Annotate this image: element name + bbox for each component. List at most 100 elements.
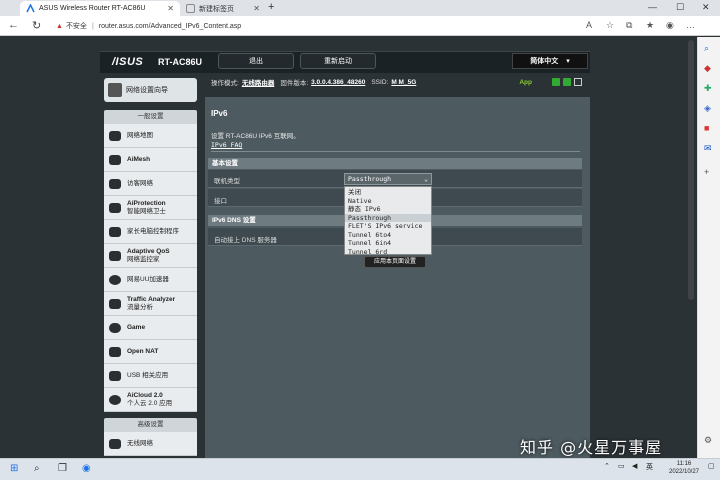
new-tab-favicon-icon <box>186 4 195 13</box>
aimesh-icon <box>107 153 123 167</box>
advanced-section-title: 高级设置 <box>104 418 197 432</box>
logout-button[interactable]: 退出 <box>218 53 294 69</box>
tab-router-label: ASUS Wireless Router RT-AC86U <box>39 5 146 12</box>
read-aloud-icon[interactable]: A <box>586 20 592 30</box>
sidebar-item-open-nat[interactable]: Open NAT <box>104 340 197 364</box>
sidebar-item-label: AiCloud 2.0 <box>127 391 163 399</box>
edge-browser-icon[interactable]: ◉ <box>82 463 91 474</box>
back-icon[interactable]: ← <box>8 19 19 31</box>
notification-icon[interactable]: ▢ <box>708 462 715 470</box>
search-icon[interactable]: ⌕ <box>704 43 709 54</box>
outlook-icon[interactable]: ✉ <box>704 143 712 154</box>
apply-button[interactable]: 应用本页面设置 <box>364 256 426 268</box>
windows-start-icon[interactable]: ⊞ <box>10 463 18 474</box>
tab-new[interactable]: 新建标签页 ✕ <box>180 1 266 16</box>
open-nat-icon <box>107 345 123 359</box>
aicloud-icon <box>107 393 123 407</box>
sidebar-item-usb[interactable]: USB 相关应用 <box>104 364 197 388</box>
app-link[interactable]: App <box>519 79 532 86</box>
dropdown-option-selected[interactable]: Passthrough <box>345 213 431 222</box>
volume-icon[interactable]: ◀ <box>632 462 637 470</box>
sidebar-item-traffic-analyzer[interactable]: Traffic Analyzer 流量分析 <box>104 292 197 316</box>
url-text: router.asus.com/Advanced_IPv6_Content.as… <box>98 22 242 30</box>
minimize-icon[interactable]: — <box>648 2 657 12</box>
asus-favicon-icon <box>26 3 35 13</box>
tray-expand-icon[interactable]: ⌃ <box>604 462 610 470</box>
page-description: 设置 RT-AC86U IPv6 互联网。 <box>211 133 300 140</box>
dropdown-option[interactable]: 关闭 <box>345 188 431 197</box>
sidebar-settings-icon[interactable]: ⚙ <box>704 435 712 446</box>
watermark: 知乎 @火星万事屋 <box>520 438 663 457</box>
wireless-icon <box>107 437 123 451</box>
collections-icon[interactable]: ⧉ <box>626 20 632 31</box>
sidebar-item-wireless[interactable]: 无线网络 <box>104 432 197 456</box>
router-model: RT-AC86U <box>158 57 203 67</box>
new-tab-button[interactable]: + <box>268 1 274 13</box>
language-select[interactable]: 简体中文 ▾ <box>512 53 588 69</box>
dropdown-option[interactable]: Tunnel 6rd <box>345 248 431 257</box>
sidebar-item-parental-controls[interactable]: 家长电脑控制程序 <box>104 220 197 244</box>
sidebar-item-game[interactable]: Game <box>104 316 197 340</box>
asus-logo: /ISUS <box>112 56 144 68</box>
sidebar-item-adaptive-qos[interactable]: Adaptive QoS 网络监控家 <box>104 244 197 268</box>
sidebar-item-aimesh[interactable]: AiMesh <box>104 148 197 172</box>
usb-status-icon[interactable] <box>574 78 582 86</box>
sidebar-item-sub: 网络监控家 <box>127 255 160 263</box>
wan-status-icon[interactable] <box>552 78 560 86</box>
mode-value[interactable]: 无线路由器 <box>242 77 275 87</box>
sidebar-item-label: AiProtection <box>127 199 166 207</box>
close-tab-icon[interactable]: ✕ <box>253 4 260 13</box>
taskbar-search-icon[interactable]: ⌕ <box>34 463 40 474</box>
ssid-value[interactable]: M M_5G <box>391 79 416 86</box>
sidebar-item-aiprotection[interactable]: AiProtection 智能网络卫士 <box>104 196 197 220</box>
shopping-icon[interactable]: ◆ <box>704 63 711 74</box>
task-view-icon[interactable]: ❐ <box>58 463 67 474</box>
more-menu-icon[interactable]: … <box>686 20 695 30</box>
uu-accelerator-icon <box>107 273 123 287</box>
client-status-icon[interactable] <box>563 78 571 86</box>
clock-date: 2022/10/27 <box>668 469 700 475</box>
close-window-icon[interactable]: ✕ <box>702 2 710 13</box>
refresh-icon[interactable]: ↻ <box>32 19 41 32</box>
ipv6-faq-link[interactable]: IPv6 FAQ <box>211 141 242 149</box>
sidebar-item-label: 家长电脑控制程序 <box>127 227 179 235</box>
maximize-icon[interactable]: ☐ <box>676 2 684 13</box>
ime-language[interactable]: 英 <box>646 462 653 472</box>
sidebar-item-label: AiMesh <box>127 155 151 163</box>
sidebar-item-sub: 智能网络卫士 <box>127 207 166 215</box>
firmware-value[interactable]: 3.0.0.4.386_48260 <box>311 79 365 86</box>
games-icon[interactable]: ◈ <box>704 103 711 114</box>
reboot-button[interactable]: 重新启动 <box>300 53 376 69</box>
sidebar-item-aicloud[interactable]: AiCloud 2.0 个人云 2.0 应用 <box>104 388 197 412</box>
network-icon[interactable]: ▭ <box>618 462 625 470</box>
dropdown-option[interactable]: 静态 IPv6 <box>345 205 431 214</box>
traffic-analyzer-icon <box>107 297 123 311</box>
page-scrollbar[interactable] <box>688 40 694 300</box>
sidebar-item-network-map[interactable]: 网络地图 <box>104 124 197 148</box>
office-icon[interactable]: ■ <box>704 123 709 133</box>
aiprotection-icon <box>107 201 123 215</box>
url-field[interactable]: ▲ 不安全 | router.asus.com/Advanced_IPv6_Co… <box>56 19 576 33</box>
add-sidebar-icon[interactable]: + <box>704 167 709 177</box>
parental-controls-icon <box>107 225 123 239</box>
tab-router[interactable]: ASUS Wireless Router RT-AC86U ✕ <box>20 1 180 16</box>
interface-label: 接口 <box>214 198 227 205</box>
favorites-bar-icon[interactable]: ★ <box>646 20 654 31</box>
dropdown-option[interactable]: Native <box>345 197 431 206</box>
profile-icon[interactable]: ◉ <box>666 20 674 31</box>
sidebar-item-guest-network[interactable]: 访客网络 <box>104 172 197 196</box>
qis-button[interactable]: 网络设置向导 <box>104 78 197 102</box>
url-warning: 不安全 <box>65 23 87 30</box>
favorite-icon[interactable]: ☆ <box>606 20 614 31</box>
dropdown-option[interactable]: Tunnel 6to4 <box>345 231 431 240</box>
close-tab-icon[interactable]: ✕ <box>167 4 174 13</box>
connection-type-select[interactable]: Passthrough ⌄ <box>344 173 432 185</box>
sidebar-item-label: 无线网络 <box>127 439 153 447</box>
dropdown-option[interactable]: FLET'S IPv6 service <box>345 222 431 231</box>
dropdown-option[interactable]: Tunnel 6in4 <box>345 239 431 248</box>
qos-icon <box>107 249 123 263</box>
taskbar-clock[interactable]: 11:16 2022/10/27 <box>664 460 704 476</box>
basic-config-header: 基本设置 <box>208 158 582 169</box>
sidebar-item-uu-accelerator[interactable]: 网易UU加速器 <box>104 268 197 292</box>
tools-icon[interactable]: ✚ <box>704 83 712 94</box>
